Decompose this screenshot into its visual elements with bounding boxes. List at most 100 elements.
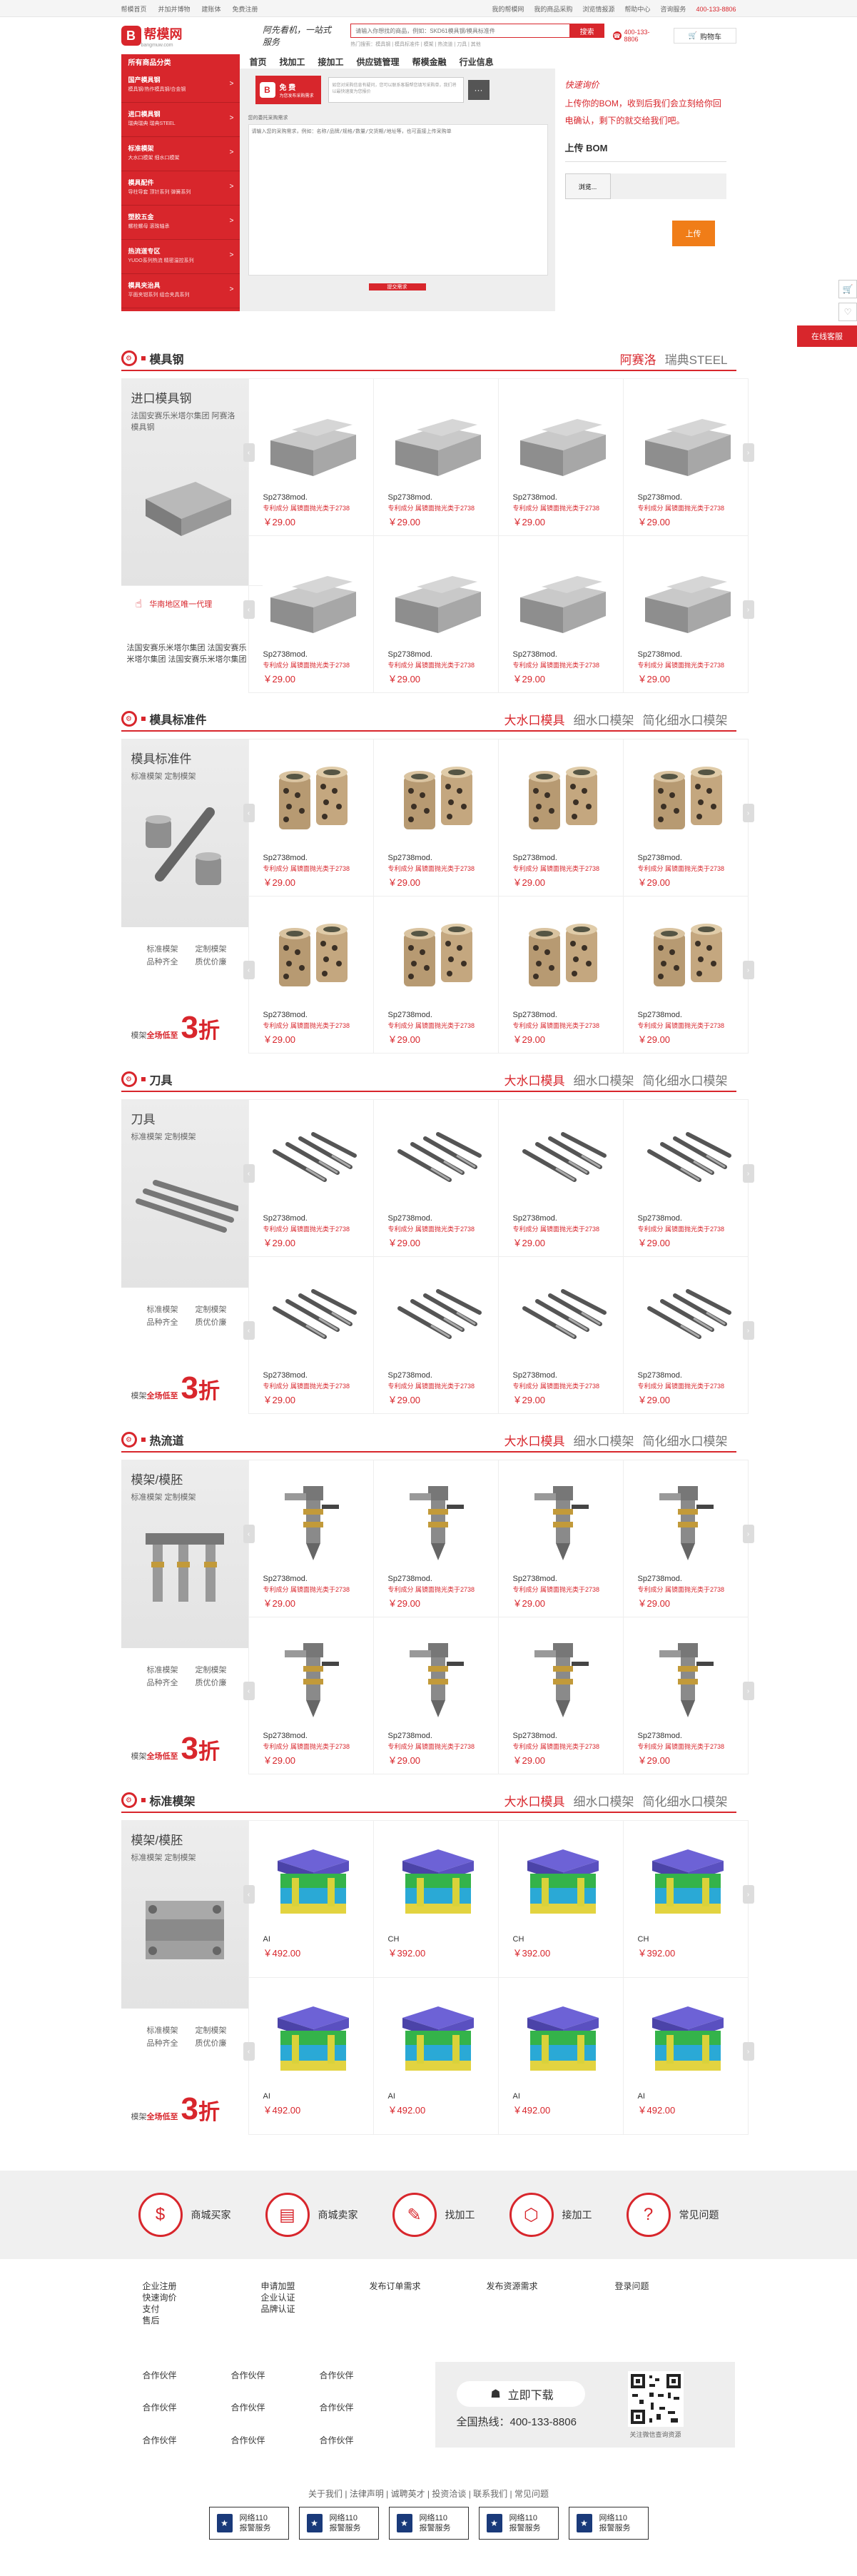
chevron-right-icon[interactable]: › [742, 1682, 754, 1700]
product-card[interactable]: Sp2738mod. 专利成分 属镜面抛光类于2738 ￥29.00 [623, 379, 749, 536]
top-right-link[interactable]: 浏览情报源 [582, 6, 614, 13]
floor-tab[interactable]: 细水口模架 [574, 1431, 634, 1449]
top-link[interactable]: 并加并博物 [158, 6, 191, 13]
site-logo[interactable]: B 帮模网 bangmuw.com [121, 24, 263, 48]
floor-tab[interactable]: 简化细水口模架 [643, 1071, 728, 1089]
chevron-left-icon[interactable]: ‹ [243, 600, 255, 619]
footer-link[interactable]: 支付 [143, 2303, 261, 2315]
product-card[interactable]: Sp2738mod. 专利成分 属镜面抛光类于2738 ￥29.00 [623, 1100, 749, 1257]
product-card[interactable]: AI ￥492.00 [248, 1821, 374, 1978]
top-right-link[interactable]: 帮助中心 [624, 6, 650, 13]
footer-feature[interactable]: ⬡ 接加工 [509, 2193, 592, 2237]
product-card[interactable]: Sp2738mod. 专利成分 属镜面抛光类于2738 ￥29.00 [248, 1257, 374, 1414]
product-card[interactable]: CH ￥392.00 [498, 1821, 624, 1978]
floor-tab[interactable]: 大水口模具 [504, 1792, 565, 1809]
product-card[interactable]: Sp2738mod. 专利成分 属镜面抛光类于2738 ￥29.00 [623, 1460, 749, 1617]
product-card[interactable]: Sp2738mod. 专利成分 属镜面抛光类于2738 ￥29.00 [248, 536, 374, 693]
police-badge[interactable]: ★ 网络110 报警服务 [388, 2507, 469, 2540]
top-link[interactable]: 帮模首页 [121, 6, 147, 13]
requirement-textarea[interactable] [248, 124, 548, 276]
chevron-right-icon[interactable]: › [742, 600, 754, 619]
product-card[interactable]: Sp2738mod. 专利成分 属镜面抛光类于2738 ￥29.00 [373, 1257, 499, 1414]
chevron-left-icon[interactable]: ‹ [243, 2042, 255, 2061]
product-card[interactable]: Sp2738mod. 专利成分 属镜面抛光类于2738 ￥29.00 [248, 739, 374, 896]
partner-link[interactable]: 合作伙伴 [143, 2369, 231, 2383]
police-badge[interactable]: ★ 网络110 报警服务 [568, 2507, 649, 2540]
product-card[interactable]: AI ￥492.00 [373, 1978, 499, 2135]
partner-link[interactable]: 合作伙伴 [143, 2401, 231, 2415]
floor-tab[interactable]: 细水口模架 [574, 1071, 634, 1089]
chevron-left-icon[interactable]: ‹ [243, 804, 255, 822]
product-card[interactable]: Sp2738mod. 专利成分 属镜面抛光类于2738 ￥29.00 [623, 536, 749, 693]
product-card[interactable]: Sp2738mod. 专利成分 属镜面抛光类于2738 ￥29.00 [373, 1100, 499, 1257]
police-badge[interactable]: ★ 网络110 报警服务 [208, 2507, 289, 2540]
all-categories[interactable]: 所有商品分类 [121, 54, 240, 69]
floor-promo[interactable]: 模具标准件 标准模架 定制模架 标准模架 定制模架品种齐全 质优价廉 模架 全场低至 3 折 [121, 739, 248, 1053]
nav-item[interactable]: 帮模金融 [412, 56, 447, 68]
footer-link[interactable]: 企业认证 [261, 2292, 370, 2303]
category-item[interactable]: 进口模具钢 瑞典瑞典 瑞典STEEL > [121, 103, 240, 137]
download-button[interactable]: ☗ 立即下载 [456, 2380, 585, 2407]
chevron-left-icon[interactable]: ‹ [243, 961, 255, 979]
nav-item[interactable]: 首页 [250, 56, 267, 68]
chevron-right-icon[interactable]: › [742, 2042, 754, 2061]
nav-item[interactable]: 行业信息 [460, 56, 494, 68]
nav-item[interactable]: 找加工 [280, 56, 305, 68]
chevron-right-icon[interactable]: › [742, 804, 754, 822]
product-card[interactable]: Sp2738mod. 专利成分 属镜面抛光类于2738 ￥29.00 [248, 1100, 374, 1257]
footer-link[interactable]: 售后 [143, 2315, 261, 2326]
product-card[interactable]: CH ￥392.00 [623, 1821, 749, 1978]
product-card[interactable]: Sp2738mod. 专利成分 属镜面抛光类于2738 ￥29.00 [498, 536, 624, 693]
footer-link[interactable]: 发布资源需求 [487, 2280, 615, 2292]
floor-tab[interactable]: 细水口模架 [574, 710, 634, 728]
cart-button[interactable]: 🛒 购物车 [674, 28, 736, 44]
category-item[interactable]: 模具夹治具 平面夹钳系列 组合夹具系列 > [121, 274, 240, 308]
footer-link[interactable]: 企业注册 [143, 2280, 261, 2292]
chevron-left-icon[interactable]: ‹ [243, 1525, 255, 1543]
product-card[interactable]: Sp2738mod. 专利成分 属镜面抛光类于2738 ￥29.00 [248, 1460, 374, 1617]
partner-link[interactable]: 合作伙伴 [231, 2369, 320, 2383]
chevron-right-icon[interactable]: › [742, 443, 754, 462]
product-card[interactable]: CH ￥392.00 [373, 1821, 499, 1978]
product-card[interactable]: Sp2738mod. 专利成分 属镜面抛光类于2738 ￥29.00 [248, 896, 374, 1054]
product-card[interactable]: Sp2738mod. 专利成分 属镜面抛光类于2738 ￥29.00 [498, 739, 624, 896]
nav-item[interactable]: 接加工 [318, 56, 344, 68]
floor-tab[interactable]: 简化细水口模架 [643, 710, 728, 728]
floor-tab[interactable]: 大水口模具 [504, 710, 565, 728]
chevron-left-icon[interactable]: ‹ [243, 1164, 255, 1183]
chevron-right-icon[interactable]: › [742, 1525, 754, 1543]
product-card[interactable]: Sp2738mod. 专利成分 属镜面抛光类于2738 ￥29.00 [373, 739, 499, 896]
footer-feature[interactable]: $ 商城买家 [138, 2193, 231, 2237]
product-card[interactable]: AI ￥492.00 [623, 1978, 749, 2135]
chevron-right-icon[interactable]: › [742, 1321, 754, 1340]
product-card[interactable]: Sp2738mod. 专利成分 属镜面抛光类于2738 ￥29.00 [248, 1617, 374, 1774]
top-link[interactable]: 建账体 [202, 6, 221, 13]
category-item[interactable]: 塑胶五金 螺栓螺母 滚珠轴承 > [121, 206, 240, 240]
product-card[interactable]: Sp2738mod. 专利成分 属镜面抛光类于2738 ￥29.00 [498, 1257, 624, 1414]
chevron-left-icon[interactable]: ‹ [243, 1682, 255, 1700]
floor-promo[interactable]: 模架/模胚 标准模架 定制模架 标准模架 定制模架品种齐全 质优价廉 模架 全场低至 3 折 [121, 1820, 248, 2134]
side-favorite-icon[interactable]: ♡ [838, 303, 857, 321]
footer-feature[interactable]: ? 常见问题 [626, 2193, 719, 2237]
submit-button[interactable]: 提交需求 [368, 283, 426, 291]
product-card[interactable]: Sp2738mod. 专利成分 属镜面抛光类于2738 ￥29.00 [498, 1617, 624, 1774]
floor-tab[interactable]: 瑞典STEEL [665, 350, 728, 368]
floor-tab[interactable]: 大水口模具 [504, 1071, 565, 1089]
footer-link[interactable]: 快速询价 [143, 2292, 261, 2303]
chevron-right-icon[interactable]: › [742, 1885, 754, 1904]
product-card[interactable]: Sp2738mod. 专利成分 属镜面抛光类于2738 ￥29.00 [248, 379, 374, 536]
more-icon[interactable]: ··· [467, 80, 490, 100]
partner-link[interactable]: 合作伙伴 [320, 2401, 408, 2415]
partner-link[interactable]: 合作伙伴 [231, 2401, 320, 2415]
online-service-button[interactable]: 在线客服 [797, 325, 857, 347]
footer-link[interactable]: 发布订单需求 [370, 2280, 487, 2292]
floor-tab[interactable]: 阿赛洛 [620, 350, 656, 368]
category-item[interactable]: 国产模具钢 模具钢/热作模具钢/合金钢 > [121, 69, 240, 103]
floor-promo[interactable]: 刀具 标准模架 定制模架 标准模架 定制模架品种齐全 质优价廉 模架 全场低至 3 折 [121, 1099, 248, 1413]
category-item[interactable]: 热流道专区 YUDO系列热流 精密温控系列 > [121, 240, 240, 274]
bottom-links[interactable]: 关于我们 | 法律声明 | 诚聘英才 | 投资洽谈 | 联系我们 | 常见问题 [0, 2487, 857, 2500]
product-card[interactable]: Sp2738mod. 专利成分 属镜面抛光类于2738 ￥29.00 [623, 739, 749, 896]
chevron-right-icon[interactable]: › [742, 961, 754, 979]
footer-link[interactable]: 品牌认证 [261, 2303, 370, 2315]
product-card[interactable]: AI ￥492.00 [498, 1978, 624, 2135]
